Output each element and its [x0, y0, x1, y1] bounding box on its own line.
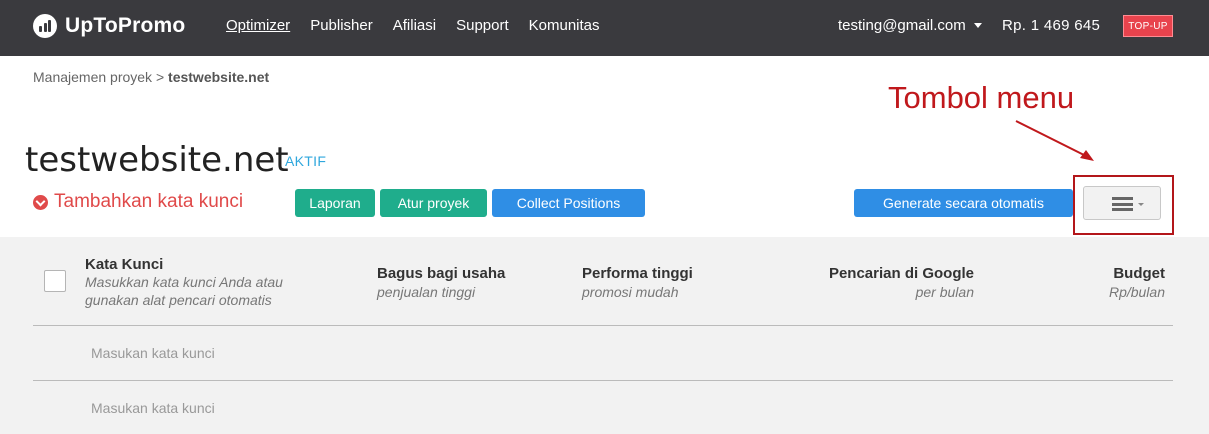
- column-subtitle-keyword-line2: gunakan alat pencari otomatis: [85, 292, 272, 308]
- column-header-business: Bagus bagi usaha: [377, 265, 506, 282]
- chevron-down-icon: [973, 23, 982, 28]
- top-navbar: UpToPromo Optimizer Publisher Afiliasi S…: [0, 0, 1209, 56]
- nav-item-afiliasi[interactable]: Afiliasi: [393, 17, 436, 34]
- menu-button[interactable]: [1083, 186, 1161, 220]
- column-header-performance: Performa tinggi: [582, 265, 693, 282]
- column-header-google-search: Pencarian di Google: [828, 265, 974, 282]
- nav-item-komunitas[interactable]: Komunitas: [529, 17, 600, 34]
- bar-chart-logo-icon: [33, 14, 57, 38]
- add-keyword-label: Tambahkan kata kunci: [54, 191, 244, 212]
- column-header-keyword: Kata Kunci: [85, 256, 164, 273]
- keyword-input-row[interactable]: Masukan kata kunci: [91, 345, 215, 361]
- project-settings-button[interactable]: Atur proyek: [380, 189, 487, 217]
- brand-name: UpToPromo: [65, 14, 186, 37]
- nav-item-optimizer[interactable]: Optimizer: [226, 17, 290, 34]
- chevron-down-icon: [1138, 203, 1144, 206]
- account-dropdown[interactable]: testing@gmail.com: [838, 17, 982, 34]
- generate-auto-button[interactable]: Generate secara otomatis: [854, 189, 1073, 217]
- select-all-checkbox[interactable]: [44, 270, 66, 292]
- table-divider: [33, 380, 1173, 381]
- column-subtitle-google-search: per bulan: [915, 284, 974, 300]
- collect-positions-button[interactable]: Collect Positions: [492, 189, 645, 217]
- brand-logo[interactable]: UpToPromo: [33, 14, 185, 38]
- breadcrumb-parent[interactable]: Manajemen proyek: [33, 69, 152, 85]
- report-button[interactable]: Laporan: [295, 189, 375, 217]
- chevron-down-circle-icon: [33, 194, 48, 210]
- hamburger-menu-icon: [1112, 197, 1133, 211]
- main-nav: Optimizer Publisher Afiliasi Support Kom…: [226, 17, 620, 34]
- column-subtitle-keyword-line1: Masukkan kata kunci Anda atau: [85, 274, 283, 290]
- account-email: testing@gmail.com: [838, 17, 966, 34]
- breadcrumb-current: testwebsite.net: [168, 69, 270, 85]
- nav-item-publisher[interactable]: Publisher: [310, 17, 373, 34]
- account-balance: Rp. 1 469 645: [1002, 17, 1101, 34]
- add-keyword-link[interactable]: Tambahkan kata kunci: [33, 191, 243, 213]
- project-title: testwebsite.net: [25, 140, 289, 180]
- column-header-budget: Budget: [1113, 265, 1165, 282]
- project-status-badge: AKTIF: [285, 153, 327, 169]
- breadcrumb-separator: >: [155, 69, 165, 85]
- column-subtitle-budget: Rp/bulan: [1108, 284, 1165, 300]
- nav-item-support[interactable]: Support: [456, 17, 509, 34]
- topup-button[interactable]: TOP-UP: [1123, 15, 1173, 37]
- breadcrumb: Manajemen proyek > testwebsite.net: [33, 69, 269, 85]
- table-divider: [33, 325, 1173, 326]
- column-subtitle-performance: promosi mudah: [582, 284, 679, 300]
- annotation-label: Tombol menu: [888, 80, 1075, 115]
- annotation-arrow-icon: [1015, 120, 1094, 161]
- keyword-input-row[interactable]: Masukan kata kunci: [91, 400, 215, 416]
- column-subtitle-business: penjualan tinggi: [377, 284, 476, 300]
